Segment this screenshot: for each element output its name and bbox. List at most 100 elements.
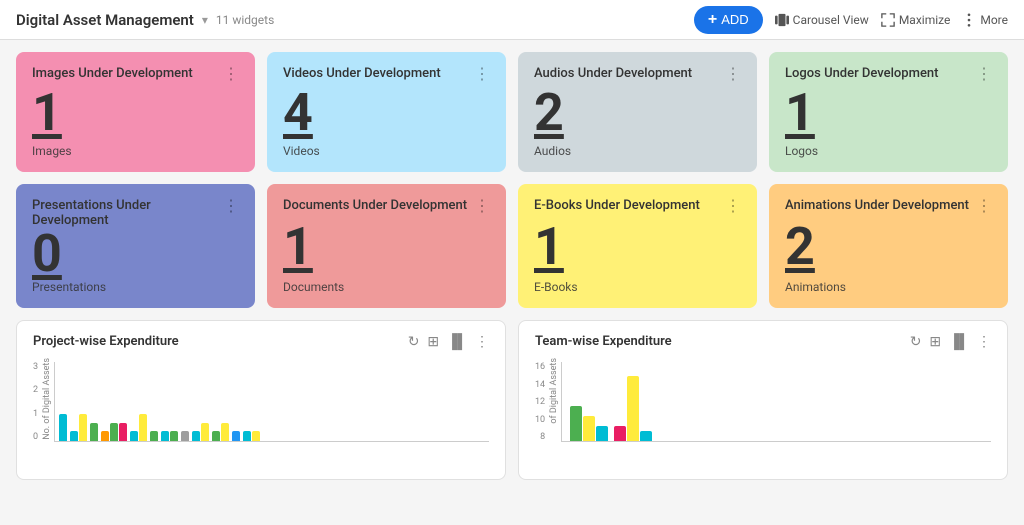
chart-title-1: Project-wise Expenditure xyxy=(33,334,179,349)
y-axis-2: 16 14 12 10 8 xyxy=(535,362,549,442)
bar-group xyxy=(181,431,189,441)
y-axis-title-1: No. of Digital Assets xyxy=(42,358,52,440)
stat-menu-videos[interactable]: ⋮ xyxy=(474,66,490,82)
stat-title-logos: Logos Under Development xyxy=(785,66,938,81)
stat-title-documents: Documents Under Development xyxy=(283,198,467,213)
y-title-1: No. of Digital Assets xyxy=(42,358,54,458)
bar xyxy=(161,431,169,441)
title-dropdown-icon[interactable]: ▾ xyxy=(202,13,208,27)
more-icon xyxy=(962,13,976,27)
stat-menu-documents[interactable]: ⋮ xyxy=(474,198,490,214)
chart-header-2: Team-wise Expenditure ↻ ⊞ ▐▌ ⋮ xyxy=(535,333,991,350)
stat-number-images: 1 xyxy=(32,87,239,139)
stat-menu-presentations[interactable]: ⋮ xyxy=(223,198,239,214)
more-icon-2[interactable]: ⋮ xyxy=(977,334,991,350)
maximize-label: Maximize xyxy=(899,13,951,27)
stat-card-audios: Audios Under Development ⋮ 2 Audios xyxy=(518,52,757,172)
bar xyxy=(243,431,251,441)
bar xyxy=(583,416,595,441)
stat-title-videos: Videos Under Development xyxy=(283,66,441,81)
bars-2 xyxy=(561,362,991,442)
bar-group xyxy=(192,423,209,441)
stat-number-videos: 4 xyxy=(283,87,490,139)
stat-header-ebooks: E-Books Under Development ⋮ xyxy=(534,198,741,214)
maximize-icon xyxy=(881,13,895,27)
y-title-2: of Digital Assets xyxy=(549,358,561,458)
grid-icon-1[interactable]: ⊞ xyxy=(427,334,439,350)
stat-menu-audios[interactable]: ⋮ xyxy=(725,66,741,82)
stat-menu-ebooks[interactable]: ⋮ xyxy=(725,198,741,214)
plus-icon: + xyxy=(708,11,717,29)
bar xyxy=(614,426,626,441)
bars-1 xyxy=(54,362,489,442)
bar-group xyxy=(70,414,87,441)
bar-group xyxy=(243,431,260,441)
stat-header-audios: Audios Under Development ⋮ xyxy=(534,66,741,82)
stats-grid: Images Under Development ⋮ 1 Images Vide… xyxy=(16,52,1008,308)
more-icon-1[interactable]: ⋮ xyxy=(475,334,489,350)
stat-title-ebooks: E-Books Under Development xyxy=(534,198,700,213)
header-left: Digital Asset Management ▾ 11 widgets xyxy=(16,11,274,29)
stat-number-documents: 1 xyxy=(283,221,490,273)
stat-menu-animations[interactable]: ⋮ xyxy=(976,198,992,214)
bar-group xyxy=(570,406,608,441)
stat-header-documents: Documents Under Development ⋮ xyxy=(283,198,490,214)
project-expenditure-chart: Project-wise Expenditure ↻ ⊞ ▐▌ ⋮ 3 2 1 … xyxy=(16,320,506,480)
bar xyxy=(90,423,98,441)
stat-header-videos: Videos Under Development ⋮ xyxy=(283,66,490,82)
bar xyxy=(170,431,178,441)
stat-header-images: Images Under Development ⋮ xyxy=(32,66,239,82)
bar-group xyxy=(161,431,178,441)
stat-card-documents: Documents Under Development ⋮ 1 Document… xyxy=(267,184,506,308)
main-content: Images Under Development ⋮ 1 Images Vide… xyxy=(0,40,1024,492)
bar xyxy=(212,431,220,441)
bar xyxy=(640,431,652,441)
bar xyxy=(192,431,200,441)
app-title: Digital Asset Management xyxy=(16,11,194,29)
stat-label-documents: Documents xyxy=(283,280,490,294)
charts-grid: Project-wise Expenditure ↻ ⊞ ▐▌ ⋮ 3 2 1 … xyxy=(16,320,1008,480)
bar xyxy=(110,423,118,441)
stat-title-images: Images Under Development xyxy=(32,66,193,81)
bar xyxy=(201,423,209,441)
columns-icon-2[interactable]: ▐▌ xyxy=(949,333,969,350)
refresh-icon-1[interactable]: ↻ xyxy=(408,334,420,350)
stat-label-presentations: Presentations xyxy=(32,280,239,294)
more-label: More xyxy=(980,13,1008,27)
carousel-icon xyxy=(775,13,789,27)
bar xyxy=(70,431,78,441)
columns-icon-1[interactable]: ▐▌ xyxy=(447,333,467,350)
stat-header-logos: Logos Under Development ⋮ xyxy=(785,66,992,82)
bar xyxy=(130,431,138,441)
stat-card-videos: Videos Under Development ⋮ 4 Videos xyxy=(267,52,506,172)
chart-body-1: 3 2 1 0 No. of Digital Assets xyxy=(33,358,489,458)
carousel-view-action[interactable]: Carousel View xyxy=(775,13,869,27)
stat-header-presentations: Presentations Under Development ⋮ xyxy=(32,198,239,228)
bar xyxy=(139,414,147,441)
bar-group xyxy=(130,414,147,441)
bar xyxy=(79,414,87,441)
chart-actions-1: ↻ ⊞ ▐▌ ⋮ xyxy=(408,333,489,350)
stat-menu-images[interactable]: ⋮ xyxy=(223,66,239,82)
bar xyxy=(232,431,240,441)
bar xyxy=(150,431,158,441)
refresh-icon-2[interactable]: ↻ xyxy=(910,334,922,350)
bar xyxy=(101,431,109,441)
stat-label-videos: Videos xyxy=(283,144,490,158)
stat-number-presentations: 0 xyxy=(32,228,239,280)
chart-body-2: 16 14 12 10 8 of Digital Assets xyxy=(535,358,991,458)
bar xyxy=(570,406,582,441)
stat-label-logos: Logos xyxy=(785,144,992,158)
grid-icon-2[interactable]: ⊞ xyxy=(929,334,941,350)
bar-group xyxy=(232,431,240,441)
bar xyxy=(59,414,67,441)
add-button[interactable]: + ADD xyxy=(694,6,763,34)
stat-menu-logos[interactable]: ⋮ xyxy=(976,66,992,82)
stat-number-animations: 2 xyxy=(785,221,992,273)
header-right: + ADD Carousel View Maximize Mor xyxy=(694,6,1008,34)
widget-count: 11 widgets xyxy=(216,13,274,27)
more-action[interactable]: More xyxy=(962,13,1008,27)
maximize-action[interactable]: Maximize xyxy=(881,13,951,27)
bar xyxy=(627,376,639,441)
stat-label-images: Images xyxy=(32,144,239,158)
